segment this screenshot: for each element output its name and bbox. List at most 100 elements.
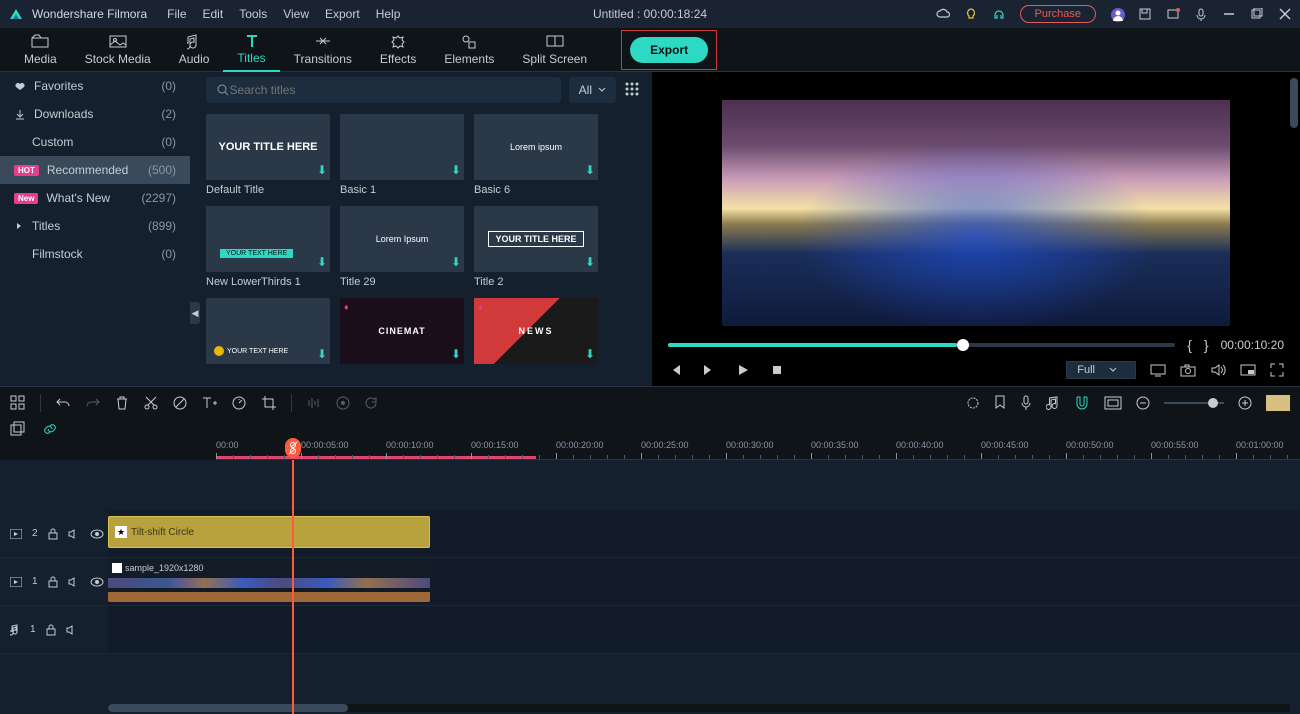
bracket-out[interactable]: } (1204, 337, 1209, 353)
download-icon[interactable]: ⬇ (317, 163, 327, 177)
quality-dropdown[interactable]: Full (1066, 361, 1136, 379)
text-add-icon[interactable] (201, 395, 217, 411)
thumb-row3-3[interactable]: ♦NEWS⬇ (474, 298, 598, 364)
cloud-icon[interactable] (936, 7, 950, 21)
zoom-slider[interactable] (1164, 402, 1224, 404)
filter-dropdown[interactable]: All (569, 77, 616, 103)
save-icon[interactable] (1138, 7, 1152, 21)
download-icon[interactable]: ⬇ (585, 255, 595, 269)
menu-edit[interactable]: Edit (203, 7, 224, 21)
duplicate-icon[interactable] (10, 421, 26, 437)
download-icon[interactable]: ⬇ (451, 163, 461, 177)
menu-help[interactable]: Help (376, 7, 401, 21)
track-lane[interactable]: ★Tilt-shift Circle (108, 510, 1300, 557)
mute-icon[interactable] (68, 529, 80, 539)
download-icon[interactable]: ⬇ (317, 255, 327, 269)
volume-icon[interactable] (1210, 363, 1226, 377)
speed-icon[interactable] (231, 395, 247, 411)
sidebar-item-downloads[interactable]: Downloads(2) (0, 100, 190, 128)
sidebar-item-whatsnew[interactable]: NewWhat's New(2297) (0, 184, 190, 212)
delete-icon[interactable] (115, 395, 129, 411)
mic-icon[interactable] (1194, 7, 1208, 21)
tab-elements[interactable]: Elements (430, 28, 508, 72)
preview-video[interactable] (722, 100, 1230, 326)
export-button[interactable]: Export (630, 37, 708, 63)
download-icon[interactable]: ⬇ (585, 163, 595, 177)
thumb-title-29[interactable]: Lorem Ipsum⬇Title 29 (340, 206, 464, 288)
lightbulb-icon[interactable] (964, 7, 978, 21)
voiceover-icon[interactable] (1020, 395, 1032, 411)
tab-audio[interactable]: Audio (165, 28, 224, 72)
menu-tools[interactable]: Tools (239, 7, 267, 21)
play-icon[interactable] (736, 363, 750, 377)
color-icon[interactable] (966, 396, 980, 410)
thumb-lowerthirds[interactable]: YOUR TEXT HERE⬇New LowerThirds 1 (206, 206, 330, 288)
zoom-in-icon[interactable] (1238, 396, 1252, 410)
mute-icon[interactable] (66, 625, 78, 635)
music-note-icon[interactable] (1046, 395, 1060, 411)
display-icon[interactable] (1150, 363, 1166, 377)
headset-icon[interactable] (992, 7, 1006, 21)
sidebar-item-recommended[interactable]: HOTRecommended(500) (0, 156, 190, 184)
thumb-basic-1[interactable]: ⬇Basic 1 (340, 114, 464, 196)
sidebar-item-titles[interactable]: Titles(899) (0, 212, 190, 240)
audio-eq-icon[interactable] (306, 396, 322, 410)
avatar-icon[interactable] (1110, 7, 1124, 21)
stop-icon[interactable] (770, 363, 784, 377)
track-lane[interactable]: sample_1920x1280 (108, 558, 1300, 605)
menu-file[interactable]: File (167, 7, 186, 21)
safe-zone-icon[interactable] (1104, 396, 1122, 410)
tab-titles[interactable]: Titles (223, 28, 279, 72)
thumb-row3-2[interactable]: ♦CINEMAT⬇ (340, 298, 464, 364)
cut-icon[interactable] (143, 395, 159, 411)
download-icon[interactable]: ⬇ (451, 347, 461, 361)
grid-view-icon[interactable] (624, 81, 642, 99)
thumb-basic-6[interactable]: Lorem ipsum⬇Basic 6 (474, 114, 598, 196)
thumb-row3-1[interactable]: YOUR TEXT HERE⬇ (206, 298, 330, 364)
zoom-fit-box[interactable] (1266, 395, 1290, 411)
download-icon[interactable]: ⬇ (585, 347, 595, 361)
menu-export[interactable]: Export (325, 7, 360, 21)
menu-view[interactable]: View (283, 7, 309, 21)
playhead[interactable] (292, 460, 294, 714)
sidebar-item-filmstock[interactable]: Filmstock(0) (0, 240, 190, 268)
timeline-ruler[interactable]: 00:0000:00:05:0000:00:10:0000:00:15:0000… (216, 440, 1300, 460)
marker-icon[interactable] (994, 395, 1006, 411)
arrange-icon[interactable] (10, 395, 26, 411)
lock-icon[interactable] (46, 624, 56, 636)
keyframe-icon[interactable] (336, 396, 350, 410)
pip-icon[interactable] (1240, 363, 1256, 377)
minimize-icon[interactable] (1222, 7, 1236, 21)
sidebar-item-custom[interactable]: Custom(0) (0, 128, 190, 156)
fullscreen-icon[interactable] (1270, 363, 1284, 377)
bracket-in[interactable]: { (1187, 337, 1192, 353)
maximize-icon[interactable] (1250, 7, 1264, 21)
undo-icon[interactable] (55, 396, 71, 410)
horizontal-scrollbar[interactable] (108, 704, 1290, 712)
clip-effect[interactable]: ★Tilt-shift Circle (108, 516, 430, 548)
purchase-button[interactable]: Purchase (1020, 5, 1096, 23)
snapshot-icon[interactable] (1180, 363, 1196, 377)
link-icon[interactable] (42, 422, 58, 436)
search-box[interactable] (206, 77, 561, 103)
tab-transitions[interactable]: Transitions (280, 28, 366, 72)
visibility-icon[interactable] (90, 529, 104, 539)
preview-progress[interactable] (668, 343, 1175, 347)
thumb-title-2[interactable]: YOUR TITLE HERE⬇Title 2 (474, 206, 598, 288)
download-icon[interactable]: ⬇ (451, 255, 461, 269)
rotate-icon[interactable] (364, 396, 378, 410)
next-frame-icon[interactable] (702, 363, 716, 377)
lock-icon[interactable] (48, 528, 58, 540)
tab-effects[interactable]: Effects (366, 28, 430, 72)
mute-icon[interactable] (68, 577, 80, 587)
magnet-icon[interactable] (1074, 395, 1090, 411)
sidebar-item-favorites[interactable]: Favorites(0) (0, 72, 190, 100)
search-input[interactable] (229, 83, 550, 97)
track-lane[interactable] (108, 606, 1300, 653)
prohibit-icon[interactable] (173, 396, 187, 410)
lock-icon[interactable] (48, 576, 58, 588)
tab-media[interactable]: Media (10, 28, 71, 72)
tab-stock-media[interactable]: Stock Media (71, 28, 165, 72)
message-icon[interactable] (1166, 7, 1180, 21)
sidebar-collapse-handle[interactable]: ◀ (190, 302, 200, 324)
